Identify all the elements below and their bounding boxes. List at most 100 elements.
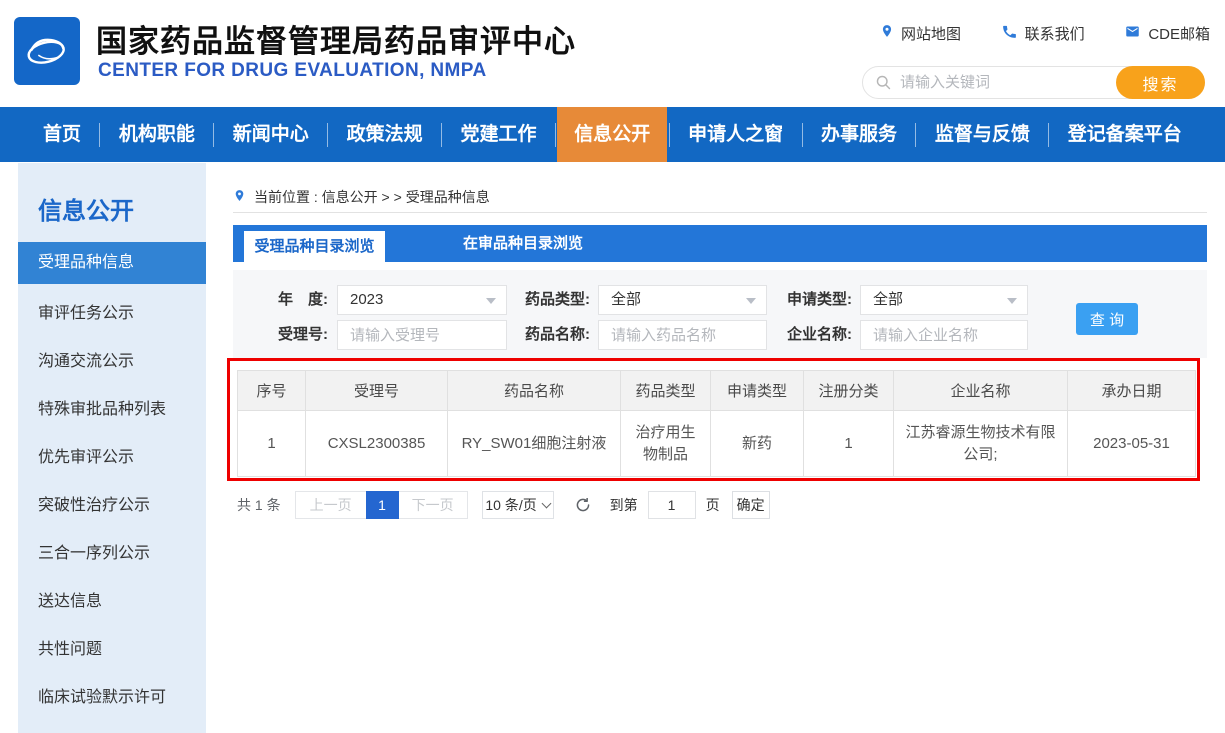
location-pin-icon bbox=[233, 187, 246, 207]
nav-item-info-disclosure[interactable]: 信息公开 bbox=[557, 107, 667, 162]
cde-logo[interactable] bbox=[14, 17, 80, 85]
col-handle-date: 承办日期 bbox=[1068, 371, 1196, 411]
phone-icon bbox=[1001, 23, 1018, 44]
query-button[interactable]: 查 询 bbox=[1076, 303, 1138, 335]
col-seq: 序号 bbox=[238, 371, 306, 411]
mailbox-label: CDE邮箱 bbox=[1148, 23, 1210, 44]
sidebar-item-breakthrough-therapy[interactable]: 突破性治疗公示 bbox=[18, 482, 206, 530]
nav-item-services[interactable]: 办事服务 bbox=[804, 107, 914, 162]
cell-company: 江苏睿源生物技术有限公司; bbox=[894, 411, 1068, 477]
cell-handle-date: 2023-05-31 bbox=[1068, 411, 1196, 477]
drug-name-input[interactable] bbox=[598, 320, 767, 350]
nav-item-party[interactable]: 党建工作 bbox=[443, 107, 553, 162]
site-subtitle: CENTER FOR DRUG EVALUATION, NMPA bbox=[98, 60, 487, 82]
cell-registration-class: 1 bbox=[804, 411, 894, 477]
sitemap-label: 网站地图 bbox=[901, 23, 961, 44]
nav-divider bbox=[802, 123, 803, 147]
col-drug-type: 药品类型 bbox=[621, 371, 711, 411]
breadcrumb-divider bbox=[233, 212, 1207, 213]
search-button[interactable]: 搜索 bbox=[1116, 66, 1205, 99]
chevron-down-icon bbox=[1007, 298, 1017, 304]
apply-type-label: 申请类型: bbox=[771, 285, 852, 315]
prev-page-button[interactable]: 上一页 bbox=[295, 491, 367, 519]
sidebar: 信息公开 受理品种信息 审评任务公示 沟通交流公示 特殊审批品种列表 优先审评公… bbox=[18, 163, 206, 733]
sidebar-item-communication[interactable]: 沟通交流公示 bbox=[18, 338, 206, 386]
sidebar-item-three-in-one[interactable]: 三合一序列公示 bbox=[18, 530, 206, 578]
col-company: 企业名称 bbox=[894, 371, 1068, 411]
table-header-row: 序号 受理号 药品名称 药品类型 申请类型 注册分类 企业名称 承办日期 bbox=[238, 371, 1196, 411]
sidebar-item-clinical-trial-license[interactable]: 临床试验默示许可 bbox=[18, 674, 206, 722]
breadcrumb: 当前位置 : 信息公开 > > 受理品种信息 bbox=[233, 187, 490, 207]
page-size-select[interactable]: 10 条/页 bbox=[482, 491, 554, 519]
filter-panel: 年 度: 2023 药品类型: 全部 申请类型: 全部 受理号: 药品名称: 企… bbox=[233, 270, 1207, 358]
chevron-down-icon bbox=[541, 498, 551, 508]
nav-item-registration-platform[interactable]: 登记备案平台 bbox=[1051, 107, 1199, 162]
goto-page-input[interactable] bbox=[648, 491, 696, 519]
nav-item-supervision[interactable]: 监督与反馈 bbox=[918, 107, 1047, 162]
current-page-button[interactable]: 1 bbox=[366, 491, 399, 519]
acceptance-no-label: 受理号: bbox=[253, 320, 328, 350]
mailbox-link[interactable]: CDE邮箱 bbox=[1124, 22, 1210, 44]
total-count-label: 共 1 条 bbox=[237, 495, 281, 515]
nav-item-policy[interactable]: 政策法规 bbox=[330, 107, 440, 162]
contact-label: 联系我们 bbox=[1025, 23, 1085, 44]
cell-apply-type: 新药 bbox=[711, 411, 804, 477]
drug-name-label: 药品名称: bbox=[509, 320, 590, 350]
breadcrumb-text: 当前位置 : 信息公开 > > 受理品种信息 bbox=[254, 187, 490, 207]
nav-divider bbox=[555, 123, 556, 147]
sitemap-link[interactable]: 网站地图 bbox=[880, 22, 961, 44]
mail-icon bbox=[1124, 24, 1141, 43]
nav-item-functions[interactable]: 机构职能 bbox=[102, 107, 212, 162]
drug-type-label: 药品类型: bbox=[509, 285, 590, 315]
col-drug-name: 药品名称 bbox=[448, 371, 621, 411]
map-pin-icon bbox=[880, 22, 894, 44]
year-select[interactable]: 2023 bbox=[337, 285, 507, 315]
company-input[interactable] bbox=[860, 320, 1028, 350]
cell-acceptance-no: CXSL2300385 bbox=[306, 411, 448, 477]
sidebar-item-priority-review[interactable]: 优先审评公示 bbox=[18, 434, 206, 482]
nav-divider bbox=[213, 123, 214, 147]
apply-type-select[interactable]: 全部 bbox=[860, 285, 1028, 315]
refresh-icon[interactable] bbox=[574, 496, 592, 514]
header-search: 搜索 bbox=[862, 66, 1205, 99]
year-label: 年 度: bbox=[253, 285, 328, 315]
nav-divider bbox=[327, 123, 328, 147]
nav-item-news[interactable]: 新闻中心 bbox=[216, 107, 326, 162]
confirm-button[interactable]: 确定 bbox=[732, 491, 770, 519]
search-input[interactable] bbox=[892, 74, 1117, 91]
acceptance-no-input[interactable] bbox=[337, 320, 507, 350]
header-quick-links: 网站地图 联系我们 CDE邮箱 bbox=[880, 22, 1210, 44]
content-tabbar: 受理品种目录浏览 在审品种目录浏览 bbox=[233, 225, 1207, 262]
nav-item-home[interactable]: 首页 bbox=[26, 107, 98, 162]
site-title: 国家药品监督管理局药品审评中心 bbox=[96, 16, 576, 61]
sidebar-title: 信息公开 bbox=[18, 163, 206, 242]
nav-divider bbox=[99, 123, 100, 147]
chevron-down-icon bbox=[746, 298, 756, 304]
sidebar-item-special-approval[interactable]: 特殊审批品种列表 bbox=[18, 386, 206, 434]
sidebar-item-accepted-varieties[interactable]: 受理品种信息 bbox=[18, 242, 206, 284]
chevron-down-icon bbox=[486, 298, 496, 304]
nav-divider bbox=[441, 123, 442, 147]
page-unit-label: 页 bbox=[706, 495, 720, 515]
cell-drug-name: RY_SW01细胞注射液 bbox=[448, 411, 621, 477]
col-registration-class: 注册分类 bbox=[804, 371, 894, 411]
cell-seq: 1 bbox=[238, 411, 306, 477]
sidebar-item-delivery-info[interactable]: 送达信息 bbox=[18, 578, 206, 626]
tab-accepted-catalog[interactable]: 受理品种目录浏览 bbox=[244, 231, 385, 262]
search-icon bbox=[875, 74, 892, 91]
next-page-button[interactable]: 下一页 bbox=[398, 491, 468, 519]
sidebar-item-review-tasks[interactable]: 审评任务公示 bbox=[18, 290, 206, 338]
swan-logo-icon bbox=[21, 23, 73, 80]
results-table: 序号 受理号 药品名称 药品类型 申请类型 注册分类 企业名称 承办日期 1 C… bbox=[237, 370, 1196, 477]
col-apply-type: 申请类型 bbox=[711, 371, 804, 411]
sidebar-item-common-issues[interactable]: 共性问题 bbox=[18, 626, 206, 674]
contact-link[interactable]: 联系我们 bbox=[1001, 22, 1085, 44]
main-nav: 首页 机构职能 新闻中心 政策法规 党建工作 信息公开 申请人之窗 办事服务 监… bbox=[0, 107, 1225, 162]
drug-type-select[interactable]: 全部 bbox=[598, 285, 767, 315]
page: 国家药品监督管理局药品审评中心 CENTER FOR DRUG EVALUATI… bbox=[0, 0, 1225, 733]
company-label: 企业名称: bbox=[771, 320, 852, 350]
nav-item-applicant[interactable]: 申请人之窗 bbox=[671, 107, 800, 162]
nav-divider bbox=[915, 123, 916, 147]
tab-under-review-catalog[interactable]: 在审品种目录浏览 bbox=[427, 225, 619, 262]
col-acceptance-no: 受理号 bbox=[306, 371, 448, 411]
